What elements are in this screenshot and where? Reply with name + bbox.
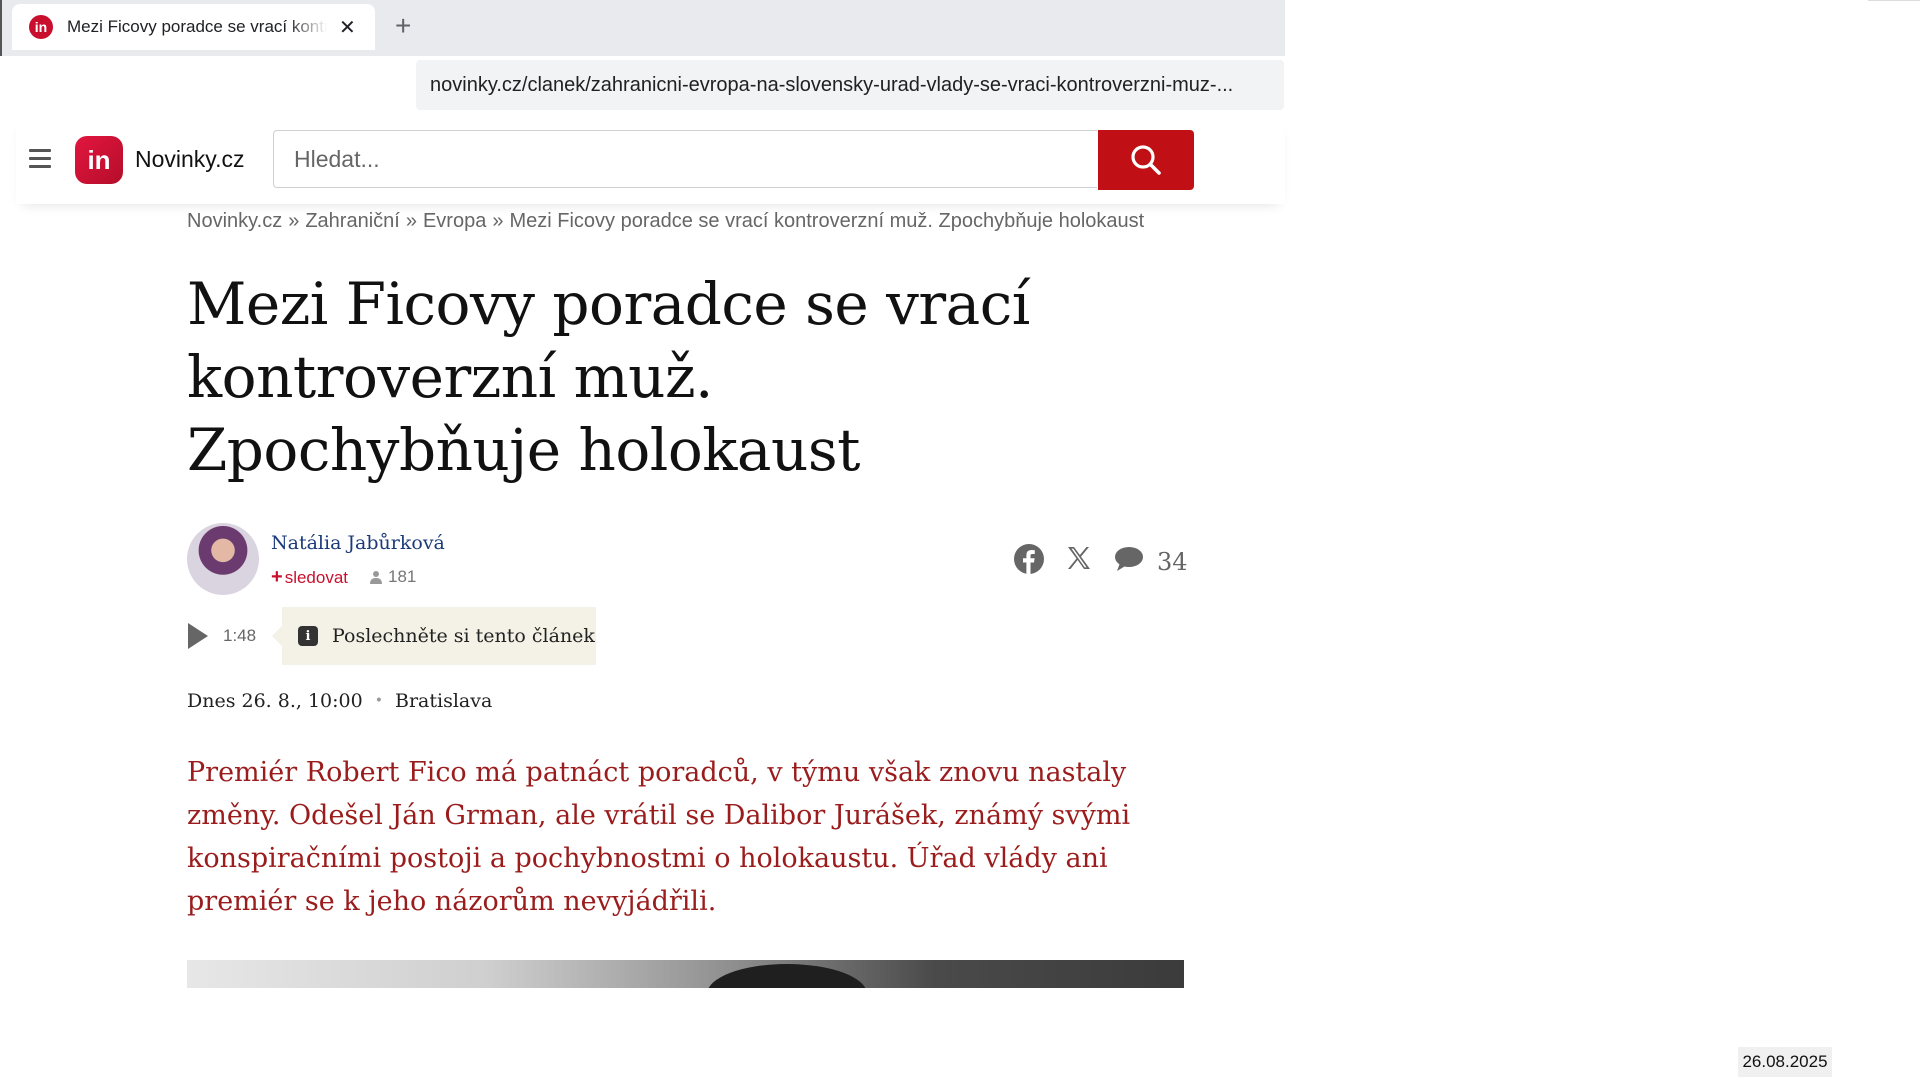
followers-count: 181 <box>370 567 416 587</box>
plus-icon: + <box>271 566 283 588</box>
taskbar-date[interactable]: 26.08.2025 <box>1738 1047 1832 1077</box>
article-meta: Dnes 26. 8., 10:00 • Bratislava <box>187 690 492 712</box>
breadcrumb-separator: » <box>492 210 504 232</box>
followers-number: 181 <box>388 567 417 586</box>
author-avatar[interactable] <box>187 523 259 595</box>
play-icon[interactable] <box>187 622 209 650</box>
breadcrumb: Novinky.cz» Zahraniční» Evropa» Mezi Ficovy… <box>187 210 1144 233</box>
listen-label: Poslechněte si tento článek <box>332 625 595 647</box>
browser-tab-active[interactable]: in Mezi Ficovy poradce se vrací kontrove… <box>12 4 375 50</box>
address-bar-url: novinky.cz/clanek/zahranicni-evropa-na-s… <box>430 73 1234 96</box>
meta-separator: • <box>374 693 383 709</box>
breadcrumb-item-zahranicni[interactable]: Zahraniční <box>305 210 400 232</box>
breadcrumb-separator: » <box>405 210 417 232</box>
publish-date: Dnes 26. 8., 10:00 <box>187 690 363 712</box>
article-location: Bratislava <box>395 690 493 712</box>
tab-title: Mezi Ficovy poradce se vrací kontroverzn… <box>67 17 327 36</box>
search-input[interactable] <box>273 130 1097 188</box>
article-headline: Mezi Ficovy poradce se vrací kontroverzn… <box>187 270 1030 484</box>
breadcrumb-item-evropa[interactable]: Evropa <box>423 210 486 232</box>
article-main-photo[interactable] <box>187 960 1184 988</box>
info-icon: i <box>298 626 318 646</box>
follow-author-button[interactable]: + sledovat <box>271 566 348 589</box>
person-icon <box>370 571 382 584</box>
follow-label: sledovat <box>284 568 349 587</box>
x-twitter-icon[interactable] <box>1066 545 1092 571</box>
breadcrumb-separator: » <box>288 210 300 232</box>
close-tab-icon[interactable]: ✕ <box>339 15 356 40</box>
window-edge-line <box>1868 0 1920 1</box>
search-icon <box>1131 145 1161 175</box>
photo-subject <box>707 964 867 988</box>
author-name-link[interactable]: Natália Jabůrková <box>271 532 445 554</box>
novinky-logo-icon[interactable]: in <box>75 136 123 184</box>
comment-icon[interactable] <box>1114 546 1144 572</box>
facebook-icon[interactable] <box>1013 543 1045 575</box>
comment-count[interactable]: 34 <box>1157 548 1188 576</box>
novinky-favicon-icon: in <box>29 15 53 39</box>
article-perex: Premiér Robert Fico má patnáct poradců, … <box>187 757 1131 917</box>
hamburger-icon[interactable] <box>29 149 51 173</box>
window-edge <box>0 0 2 56</box>
new-tab-button[interactable]: + <box>395 10 411 42</box>
listen-article-button[interactable]: i Poslechněte si tento článek <box>272 607 596 665</box>
site-header: in Novinky.cz <box>16 118 1285 204</box>
address-bar[interactable]: novinky.cz/clanek/zahranicni-evropa-na-s… <box>416 60 1284 110</box>
browser-tab-strip: in Mezi Ficovy poradce se vrací kontrove… <box>0 0 1285 56</box>
search-button[interactable] <box>1098 130 1194 190</box>
site-logo-text[interactable]: Novinky.cz <box>135 146 245 173</box>
breadcrumb-item-current: Mezi Ficovy poradce se vrací kontroverzn… <box>509 210 1145 232</box>
audio-duration: 1:48 <box>223 626 257 645</box>
breadcrumb-item-home[interactable]: Novinky.cz <box>187 210 282 232</box>
